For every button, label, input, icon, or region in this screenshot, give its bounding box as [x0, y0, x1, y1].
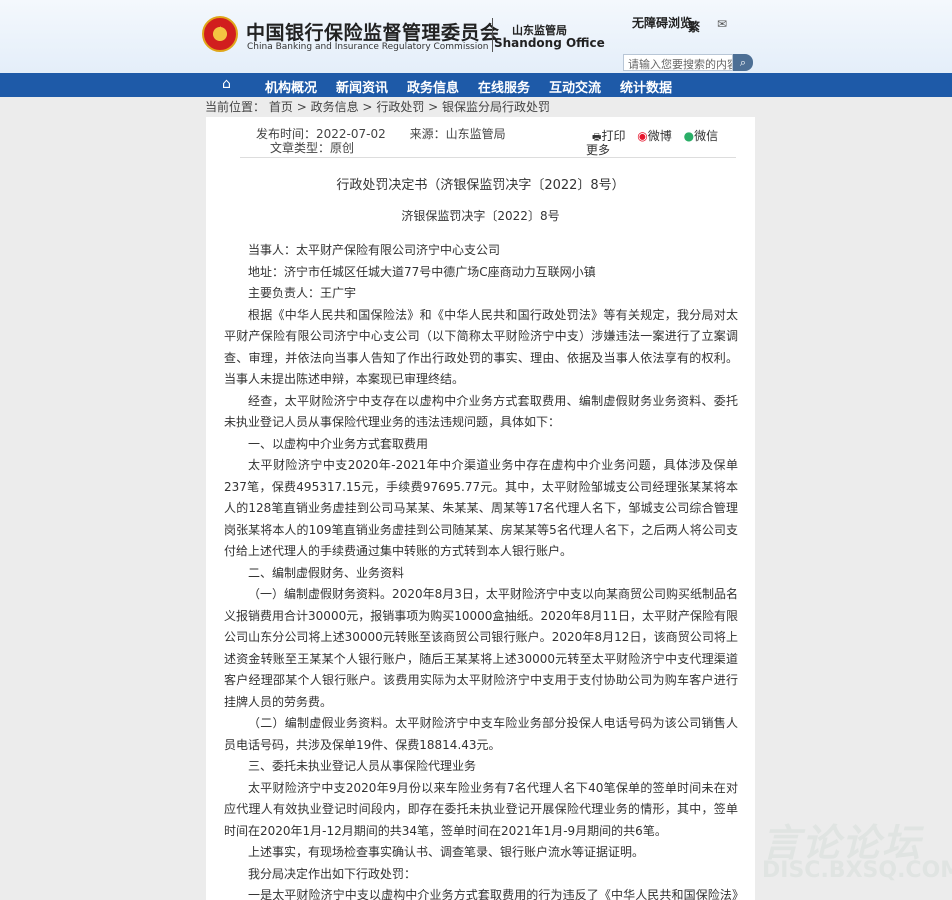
accessibility-link[interactable]: 无障碍浏览 [632, 16, 692, 31]
national-emblem-icon: ★ [202, 16, 238, 52]
paragraph: 当事人：太平财产保险有限公司济宁中心支公司 [248, 243, 501, 257]
paragraph: （一）编制虚假财务资料。2020年8月3日，太平财险济宁中支以向某商贸公司购买纸… [224, 587, 738, 709]
breadcrumb-home[interactable]: 首页 [269, 100, 293, 114]
article-meta: 发布时间：2022-07-02 来源：山东监管局 文章类型：原创 [256, 127, 526, 155]
meta-divider [240, 157, 736, 158]
logo-divider [492, 18, 493, 52]
paragraph: 主要负责人：王广宇 [248, 286, 357, 300]
paragraph: 地址：济宁市任城区任城大道77号中德广场C座商动力互联网小镇 [248, 264, 596, 279]
paragraph: 二、编制虚假财务、业务资料 [248, 565, 405, 580]
publish-time: 发布时间：2022-07-02 [256, 127, 386, 141]
breadcrumb-penalty[interactable]: 行政处罚 [376, 100, 424, 114]
breadcrumb-sep: > [296, 100, 307, 114]
paragraph: 我分局决定作出如下行政处罚： [248, 866, 417, 881]
breadcrumb-branch-penalty[interactable]: 银保监分局行政处罚 [442, 100, 550, 114]
article-source: 来源：山东监管局 [409, 127, 506, 141]
traditional-chinese-link[interactable]: 繁 [688, 18, 700, 35]
home-icon[interactable]: ⌂ [222, 76, 231, 92]
share-more-button[interactable]: 更多 [586, 141, 610, 158]
document-title: 行政处罚决定书（济银保监罚决字〔2022〕8号） [336, 178, 625, 193]
breadcrumb-sep: > [428, 100, 439, 114]
site-header: ★ 中国银行保险监督管理委员会 China Banking and Insura… [0, 0, 952, 73]
wechat-share-button[interactable]: ●微信 [684, 129, 719, 143]
weibo-share-button[interactable]: ◉微博 [637, 129, 672, 143]
nav-item-gov-info[interactable]: 政务信息 [407, 77, 459, 96]
envelope-icon[interactable]: ✉ [717, 17, 727, 31]
paragraph: （二）编制虚假业务资料。太平财险济宁中支车险业务部分投保人电话号码为该公司销售人… [224, 716, 738, 752]
nav-item-interaction[interactable]: 互动交流 [549, 77, 601, 96]
search-icon[interactable]: ⌕ [733, 54, 753, 71]
breadcrumb-gov-info[interactable]: 政务信息 [311, 100, 359, 114]
main-nav: ⌂ 机构概况 新闻资讯 政务信息 在线服务 互动交流 统计数据 [0, 73, 952, 97]
org-name-en: China Banking and Insurance Regulatory C… [247, 42, 489, 52]
document-number: 济银保监罚决字〔2022〕8号 [401, 209, 560, 223]
article-type: 文章类型：原创 [270, 141, 355, 155]
wechat-icon: ● [683, 129, 695, 143]
paragraph: 太平财险济宁中支2020年-2021年中介渠道业务中存在虚构中介业务问题，具体涉… [224, 458, 738, 558]
paragraph: 一是太平财险济宁中支以虚构中介业务方式套取费用的行为违反了《中华人民共和国保险法… [248, 888, 738, 900]
breadcrumb: 当前位置： 首页 > 政务信息 > 行政处罚 > 银保监分局行政处罚 [205, 98, 550, 115]
article-panel: 发布时间：2022-07-02 来源：山东监管局 文章类型：原创 🖶打印 ◉微博… [206, 117, 755, 900]
org-name-cn[interactable]: 中国银行保险监督管理委员会 [246, 18, 500, 45]
search-input[interactable]: 请输入您要搜索的内容 [623, 54, 733, 71]
paragraph: 根据《中华人民共和国保险法》和《中华人民共和国行政处罚法》等有关规定，我分局对太… [224, 307, 738, 387]
nav-item-about[interactable]: 机构概况 [265, 77, 317, 96]
share-bar: 🖶打印 ◉微博 ●微信 [592, 127, 726, 147]
article-body: 当事人：太平财产保险有限公司济宁中心支公司 地址：济宁市任城区任城大道77号中德… [224, 240, 738, 900]
nav-item-online-service[interactable]: 在线服务 [478, 77, 530, 96]
breadcrumb-label: 当前位置： [205, 100, 266, 114]
paragraph: 一、以虚构中介业务方式套取费用 [248, 436, 429, 451]
breadcrumb-sep: > [362, 100, 373, 114]
nav-item-news[interactable]: 新闻资讯 [336, 77, 388, 96]
paragraph: 三、委托未执业登记人员从事保险代理业务 [248, 759, 477, 773]
nav-item-statistics[interactable]: 统计数据 [620, 77, 672, 96]
watermark-url: DISC.BXSQ.COM [762, 858, 952, 883]
paragraph: 经查，太平财险济宁中支存在以虚构中介业务方式套取费用、编制虚假财务业务资料、委托… [224, 393, 738, 430]
branch-name-en: Shandong Office [494, 36, 605, 50]
paragraph: 太平财险济宁中支2020年9月份以来车险业务有7名代理人名下40笔保单的签单时间… [224, 780, 738, 838]
weibo-icon: ◉ [637, 129, 648, 143]
paragraph: 上述事实，有现场检查事实确认书、调查笔录、银行账户流水等证据证明。 [248, 845, 645, 859]
